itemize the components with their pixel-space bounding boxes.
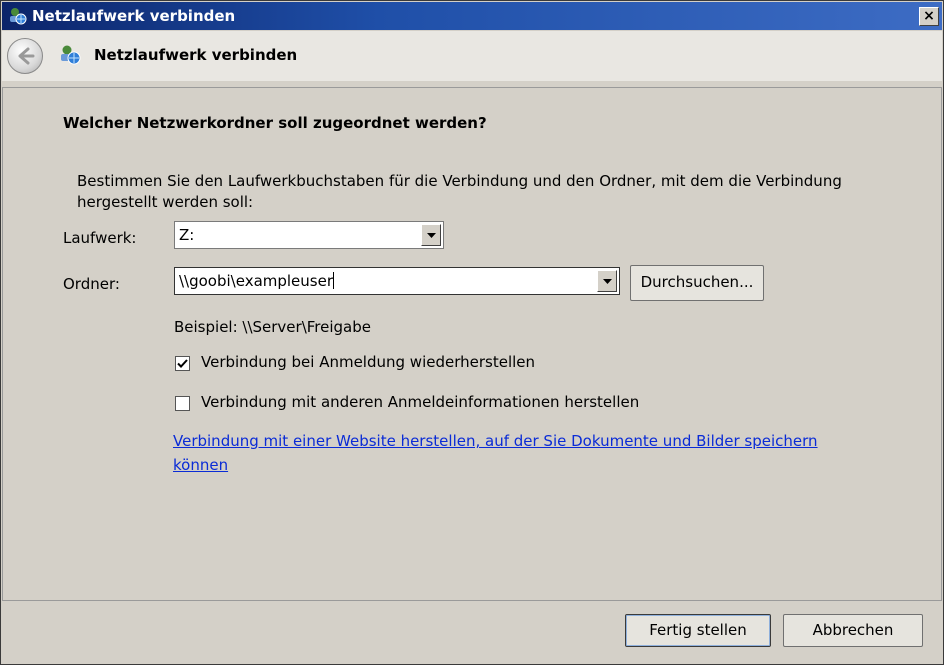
map-network-drive-window: Netzlaufwerk verbinden × Netzlaufwerk ve… bbox=[0, 0, 944, 665]
section-heading: Welcher Netzwerkordner soll zugeordnet w… bbox=[63, 114, 487, 132]
close-icon: × bbox=[923, 8, 935, 24]
folder-label: Ordner: bbox=[63, 275, 120, 293]
reconnect-checkbox[interactable] bbox=[175, 356, 190, 371]
close-button[interactable]: × bbox=[919, 7, 939, 26]
instructions-text: Bestimmen Sie den Laufwerkbuchstaben für… bbox=[77, 172, 842, 211]
page-title: Netzlaufwerk verbinden bbox=[94, 46, 298, 64]
finish-button[interactable]: Fertig stellen bbox=[625, 614, 771, 647]
cancel-button[interactable]: Abbrechen bbox=[783, 614, 923, 647]
example-text: Beispiel: \\Server\Freigabe bbox=[174, 318, 371, 336]
reconnect-label[interactable]: Verbindung bei Anmeldung wiederherstelle… bbox=[201, 353, 535, 371]
drive-select[interactable]: Z: bbox=[174, 221, 444, 249]
drive-label: Laufwerk: bbox=[63, 229, 137, 247]
network-drive-icon bbox=[7, 6, 27, 26]
other-credentials-checkbox[interactable] bbox=[175, 396, 190, 411]
main-content: Welcher Netzwerkordner soll zugeordnet w… bbox=[2, 87, 942, 601]
checkmark-icon bbox=[177, 359, 188, 368]
title-bar[interactable]: Netzlaufwerk verbinden × bbox=[2, 2, 942, 30]
chevron-down-icon bbox=[603, 279, 612, 284]
navigation-bar: Netzlaufwerk verbinden bbox=[2, 31, 942, 81]
chevron-down-icon bbox=[427, 233, 436, 238]
window-title: Netzlaufwerk verbinden bbox=[32, 7, 236, 25]
folder-input[interactable]: \\goobi\exampleuser bbox=[174, 267, 620, 295]
network-drive-icon bbox=[59, 44, 81, 66]
back-button[interactable] bbox=[7, 38, 43, 74]
other-credentials-label[interactable]: Verbindung mit anderen Anmeldeinformatio… bbox=[201, 393, 639, 411]
website-link[interactable]: Verbindung mit einer Website herstellen,… bbox=[173, 429, 873, 477]
browse-button[interactable]: Durchsuchen... bbox=[630, 265, 764, 301]
folder-dropdown-button[interactable] bbox=[597, 270, 617, 292]
text-cursor bbox=[333, 272, 335, 289]
drive-dropdown-button[interactable] bbox=[421, 224, 441, 246]
folder-value: \\goobi\exampleuser bbox=[179, 272, 334, 290]
back-arrow-icon bbox=[18, 47, 35, 65]
drive-value: Z: bbox=[179, 226, 195, 244]
